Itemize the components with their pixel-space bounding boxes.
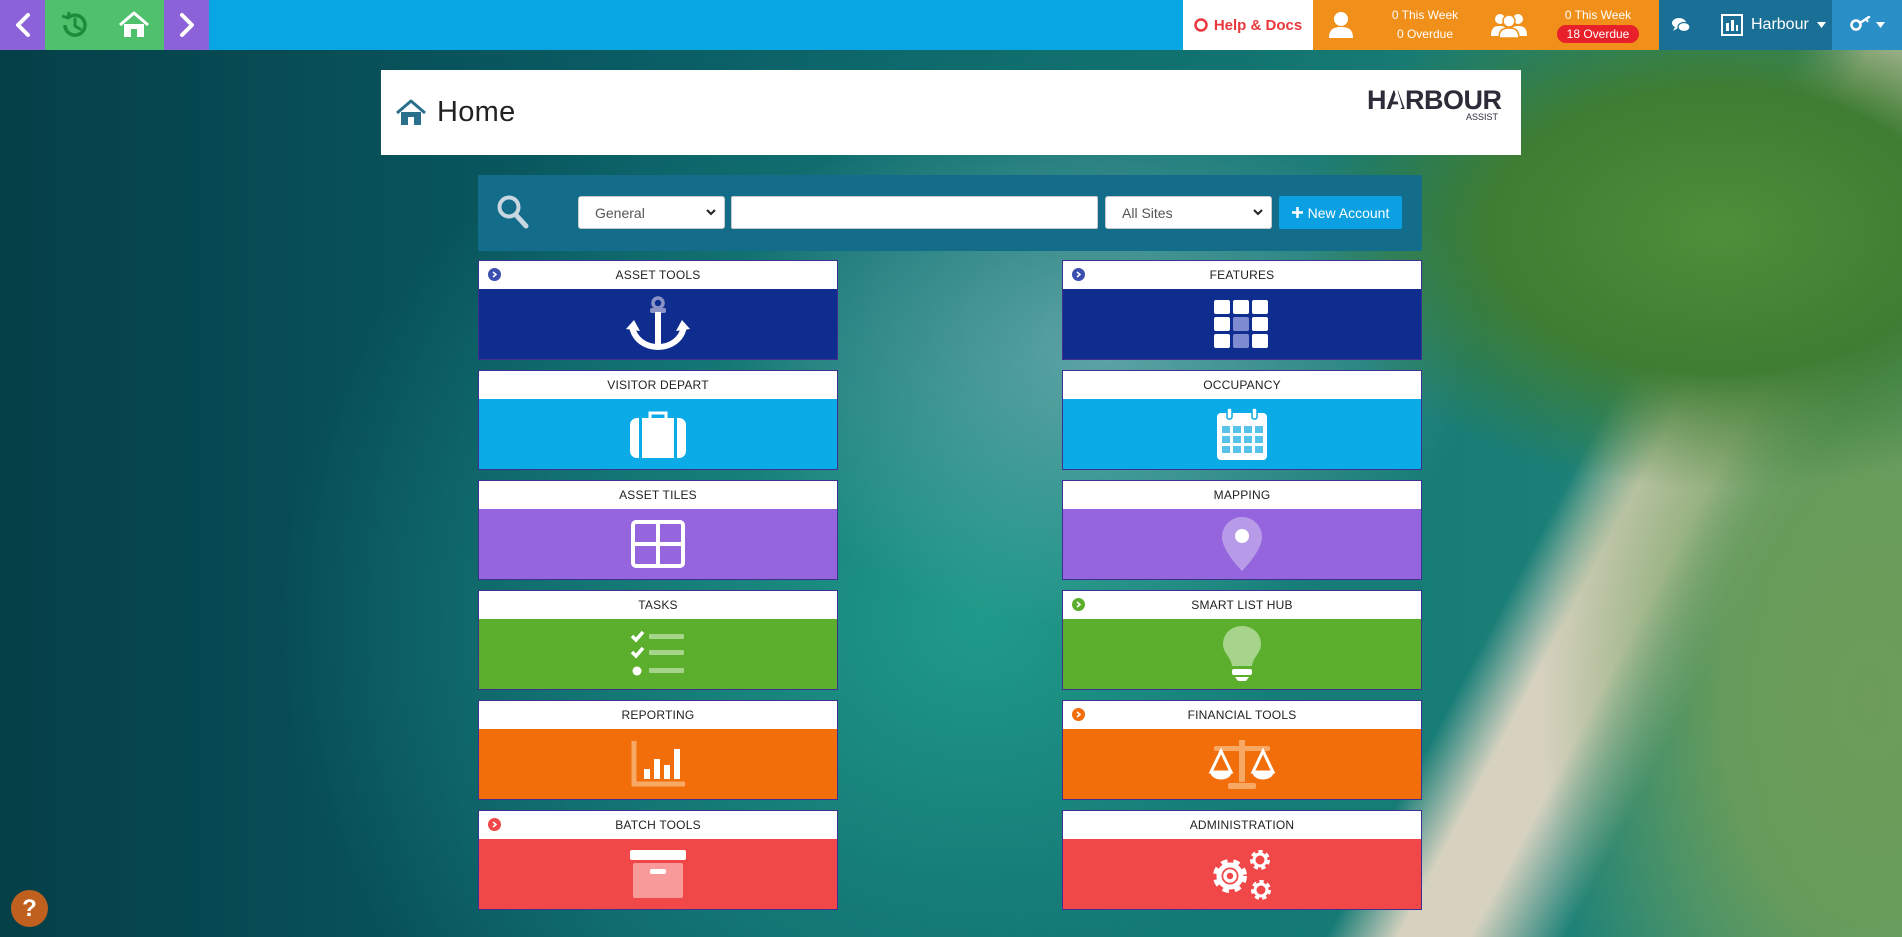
tile-label: OCCUPANCY [1203,378,1281,392]
help-chat-button[interactable]: ? [11,890,48,927]
search-icon [497,195,529,229]
search-bar: General All Sites New Account [478,175,1422,251]
tile-features[interactable]: FEATURES [1062,260,1422,360]
home-button[interactable] [103,0,164,50]
chevron-down-icon [1253,209,1263,216]
tile-asset-tools[interactable]: ASSET TOOLS [478,260,838,360]
tile-administration[interactable]: ADMINISTRATION [1062,810,1422,910]
home-icon [396,99,426,125]
new-account-label: New Account [1307,204,1390,221]
team-tasks-summary[interactable]: 0 This Week 18 Overdue [1481,0,1659,50]
team-overdue-badge: 18 Overdue [1556,25,1640,43]
user-menu[interactable] [1832,0,1902,50]
tile-label: MAPPING [1213,488,1271,502]
users-icon [1491,14,1527,38]
tile-tasks[interactable]: TASKS [478,590,838,690]
harbour-assist-logo: HARBOUR ASSIST [1367,85,1502,122]
history-button[interactable] [45,0,103,50]
sites-select[interactable]: All Sites [1105,196,1272,229]
calendar-icon [1217,408,1267,460]
search-category-value: General [595,204,645,221]
scales-icon [1208,740,1276,789]
new-account-button[interactable]: New Account [1279,196,1402,229]
chevron-left-icon [15,13,30,37]
site-selector[interactable]: Harbour [1703,0,1832,50]
tile-label: ASSET TILES [619,488,697,502]
tile-smart-list-hub[interactable]: SMART LIST HUB [1062,590,1422,690]
tile-occupancy[interactable]: OCCUPANCY [1062,370,1422,470]
chevron-down-icon [706,209,716,216]
anchor-icon [626,296,690,351]
user-icon [1329,12,1353,38]
tile-reporting[interactable]: REPORTING [478,700,838,800]
chat-button[interactable] [1659,0,1703,50]
lightbulb-icon [1223,626,1261,681]
checklist-icon [630,630,684,676]
tile-mapping[interactable]: MAPPING [1062,480,1422,580]
lifebuoy-icon [1194,18,1208,32]
tile-batch-tools[interactable]: BATCH TOOLS [478,810,838,910]
svg-text:HARBOUR: HARBOUR [1367,85,1502,115]
tile-financial-tools[interactable]: FINANCIAL TOOLS [1062,700,1422,800]
page-title: Home [437,96,516,128]
sites-value: All Sites [1122,204,1173,221]
tile-label: SMART LIST HUB [1191,598,1293,612]
map-pin-icon [1222,517,1262,571]
tile-label: REPORTING [621,708,695,722]
building-icon [1721,14,1743,36]
tile-visitor-depart[interactable]: VISITOR DEPART [478,370,838,470]
tile-asset-tiles[interactable]: ASSET TILES [478,480,838,580]
home-icon [118,11,149,37]
expand-icon[interactable] [1072,708,1085,721]
search-category-select[interactable]: General [578,196,725,229]
tile-label: TASKS [638,598,678,612]
grid-icon [1214,300,1268,348]
tile-label: FEATURES [1209,268,1275,282]
forward-button[interactable] [164,0,209,50]
my-tasks-summary[interactable]: 0 This Week 0 Overdue [1313,0,1481,50]
site-label: Harbour [1751,16,1809,33]
page-header: Home HARBOUR ASSIST [381,70,1521,155]
archive-icon [630,850,686,898]
help-docs-label: Help & Docs [1213,16,1303,34]
gears-icon [1213,850,1271,900]
bar-chart-icon [631,741,685,787]
suitcase-icon [630,411,686,458]
help-docs-button[interactable]: Help & Docs [1183,0,1313,50]
tile-label: ADMINISTRATION [1189,818,1295,832]
tile-label: BATCH TOOLS [615,818,701,832]
expand-icon[interactable] [488,268,501,281]
caret-down-icon [1816,22,1826,28]
tile-label: ASSET TOOLS [615,268,701,282]
key-icon [1849,16,1870,31]
caret-down-icon [1875,22,1885,28]
chevron-right-icon [179,13,194,37]
back-button[interactable] [0,0,45,50]
tile-label: VISITOR DEPART [607,378,709,392]
search-input[interactable] [731,196,1098,229]
history-icon [61,11,87,37]
expand-icon[interactable] [1072,598,1085,611]
my-this-week: 0 This Week [1391,8,1459,22]
tile-label: FINANCIAL TOOLS [1187,708,1297,722]
tiles-icon [631,520,685,568]
my-overdue: 0 Overdue [1396,27,1454,41]
team-this-week: 0 This Week [1564,8,1632,22]
plus-icon [1291,207,1303,218]
expand-icon[interactable] [1072,268,1085,281]
top-bar: Help & Docs 0 This Week 0 Overdue 0 This… [0,0,1902,50]
expand-icon[interactable] [488,818,501,831]
svg-text:ASSIST: ASSIST [1466,112,1499,122]
chat-icon [1672,18,1691,33]
question-icon: ? [22,894,37,922]
